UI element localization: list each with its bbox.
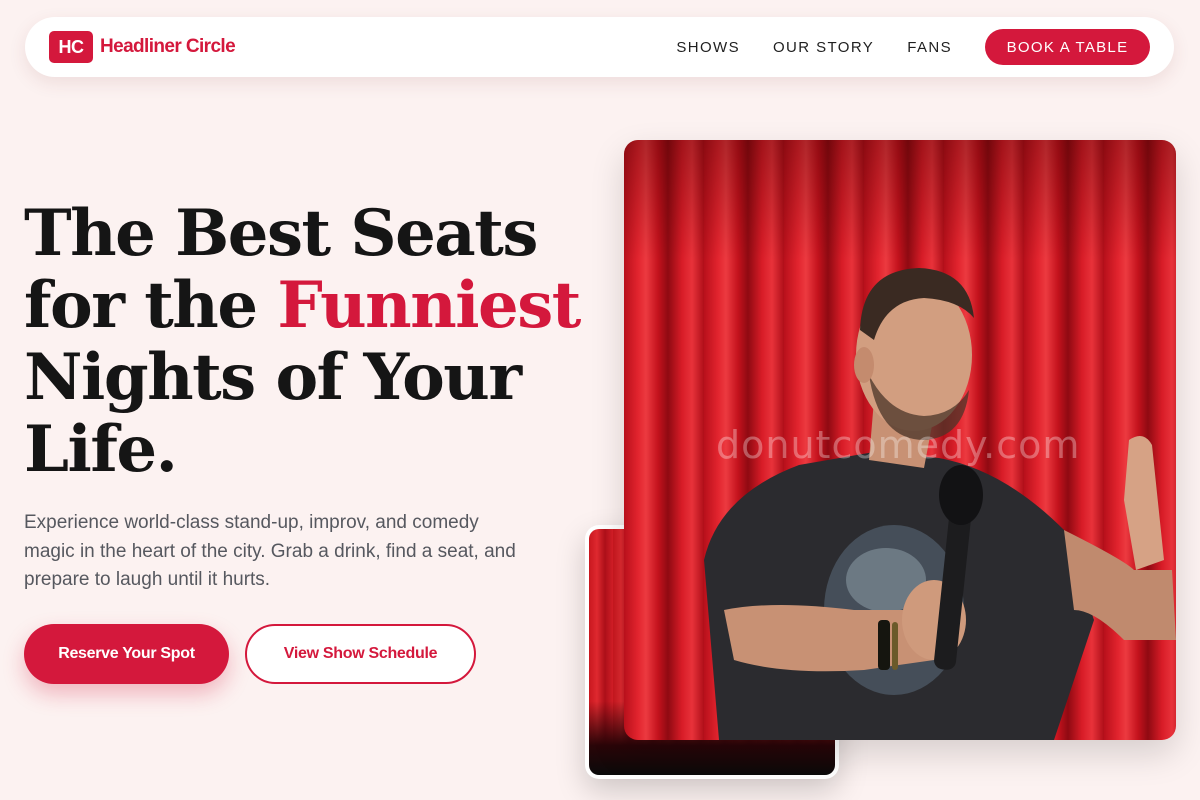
brand-mark-icon: HC: [49, 31, 93, 63]
top-navbar: HC Headliner Circle SHOWS OUR STORY FANS…: [25, 17, 1174, 77]
view-show-schedule-button[interactable]: View Show Schedule: [245, 624, 476, 684]
headline-text-end: Nights of Your Life.: [24, 340, 522, 487]
photo-watermark: donutcomedy.com: [716, 423, 1081, 467]
reserve-your-spot-button[interactable]: Reserve Your Spot: [24, 624, 229, 684]
headline-accent-word: Funniest: [277, 268, 581, 343]
nav-link-fans[interactable]: FANS: [907, 39, 952, 56]
book-a-table-button[interactable]: BOOK A TABLE: [985, 29, 1150, 65]
nav-link-our-story[interactable]: OUR STORY: [773, 39, 874, 56]
brand-logo[interactable]: HC Headliner Circle: [49, 31, 236, 63]
hero-headline: The Best Seats for the Funniest Nights o…: [24, 198, 584, 486]
brand-name: Headliner Circle: [100, 36, 236, 57]
main-comedian-photo: donutcomedy.com: [624, 140, 1176, 740]
nav-link-shows[interactable]: SHOWS: [676, 39, 740, 56]
nav-menu: SHOWS OUR STORY FANS BOOK A TABLE: [676, 29, 1150, 65]
hero-description: Experience world-class stand-up, improv,…: [24, 512, 516, 590]
